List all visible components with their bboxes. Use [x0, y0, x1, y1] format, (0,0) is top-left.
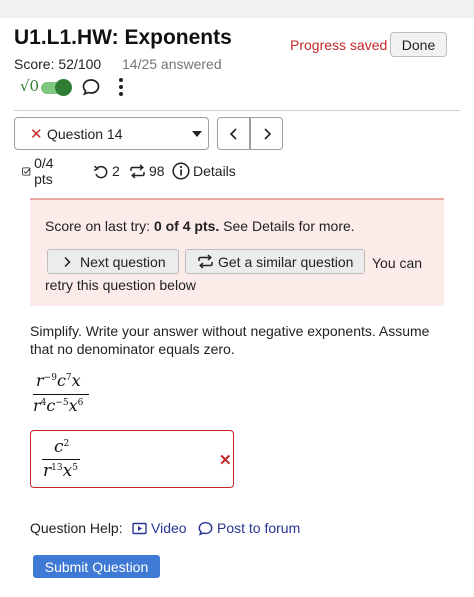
last-try-alert: Score on last try: 0 of 4 pts. See Detai… — [30, 198, 444, 306]
message-icon[interactable] — [82, 78, 100, 96]
question-prompt: Simplify. Write your answer without nega… — [30, 323, 430, 357]
expression-numerator: r−9c7x — [36, 371, 81, 390]
term-exponent: 5 — [72, 463, 78, 473]
question-select-label: Question 14 — [47, 126, 123, 142]
answer-incorrect-icon: ✕ — [219, 452, 232, 469]
term-base: r — [36, 371, 44, 390]
question-help-label: Question Help: — [30, 520, 123, 536]
forum-help-link[interactable]: Post to forum — [198, 520, 300, 536]
question-select[interactable]: ✕ Question 14 — [14, 117, 209, 150]
term-exponent: −9 — [43, 373, 57, 383]
term-base: x — [68, 396, 78, 415]
term-exponent: −5 — [55, 398, 69, 408]
points-stat: 0/4 pts — [22, 155, 59, 187]
answer-input[interactable]: c2 r13x5 ✕ — [30, 430, 234, 488]
retry-icon — [93, 164, 108, 178]
next-question-button[interactable]: Next question — [47, 249, 179, 274]
info-icon — [172, 162, 190, 180]
message-icon — [198, 521, 213, 536]
browser-top-strip — [0, 0, 474, 18]
term-base: r — [43, 461, 52, 481]
fraction-bar — [33, 394, 89, 395]
expression-denominator: r4c−5x6 — [33, 396, 83, 415]
answer-denominator: r13x5 — [43, 461, 78, 481]
term-exponent: 13 — [51, 463, 63, 473]
video-help-label: Video — [151, 520, 187, 536]
next-question-nav-button[interactable] — [250, 117, 283, 150]
retries-value: 2 — [112, 163, 120, 179]
done-button[interactable]: Done — [390, 32, 447, 57]
answered-count: 14/25 answered — [122, 56, 222, 72]
retry-text-line2: retry this question below — [45, 277, 196, 293]
term-base: x — [71, 371, 81, 390]
attempts-value: 98 — [149, 163, 165, 179]
details-link[interactable]: Details — [172, 160, 236, 182]
answer-fraction: c2 r13x5 — [42, 437, 82, 483]
more-options-icon[interactable] — [115, 77, 127, 97]
term-base: c — [54, 437, 64, 457]
term-base: c — [46, 396, 56, 415]
sqrt-icon: √0 — [20, 77, 40, 95]
toggle-knob — [55, 79, 72, 96]
forum-help-label: Post to forum — [217, 520, 301, 536]
chevron-right-icon — [263, 127, 271, 140]
previous-question-button[interactable] — [217, 117, 250, 150]
term-exponent: 2 — [63, 439, 70, 449]
repeat-icon — [198, 254, 213, 269]
last-try-suffix: See Details for more. — [219, 218, 355, 234]
math-display-toggle[interactable]: √0 — [20, 77, 72, 97]
checkbox-icon — [22, 166, 31, 176]
last-try-score: 0 of 4 pts. — [153, 218, 220, 234]
points-value: 0/4 pts — [34, 155, 54, 187]
next-question-label: Next question — [80, 253, 166, 270]
details-label: Details — [193, 163, 236, 179]
header-divider — [14, 110, 460, 111]
term-base: x — [62, 461, 73, 481]
answer-numerator: c2 — [54, 437, 69, 457]
retry-text-line1: You can — [372, 255, 423, 271]
submit-question-button[interactable]: Submit Question — [33, 555, 160, 578]
last-try-message: Score on last try: 0 of 4 pts. See Detai… — [45, 218, 355, 234]
retries-stat: 2 — [93, 160, 120, 182]
assignment-title: U1.L1.HW: Exponents — [14, 26, 232, 49]
chevron-left-icon — [229, 127, 237, 140]
video-icon — [132, 522, 147, 534]
repeat-icon — [130, 163, 145, 179]
video-help-link[interactable]: Video — [132, 520, 187, 536]
term-exponent: 6 — [77, 398, 84, 408]
score-text: Score: 52/100 — [14, 56, 102, 72]
fraction-bar — [42, 459, 80, 460]
attempts-stat: 98 — [129, 160, 165, 182]
incorrect-icon: ✕ — [30, 126, 43, 143]
expression-fraction: r−9c7x r4c−5x6 — [33, 371, 91, 417]
term-base: c — [56, 371, 66, 390]
term-base: r — [33, 396, 41, 415]
similar-question-button[interactable]: Get a similar question — [185, 249, 365, 274]
chevron-right-icon — [64, 256, 71, 267]
caret-down-icon — [192, 131, 202, 137]
similar-question-label: Get a similar question — [218, 253, 354, 270]
last-try-prefix: Score on last try: — [45, 218, 154, 234]
progress-status: Progress saved — [290, 37, 388, 53]
